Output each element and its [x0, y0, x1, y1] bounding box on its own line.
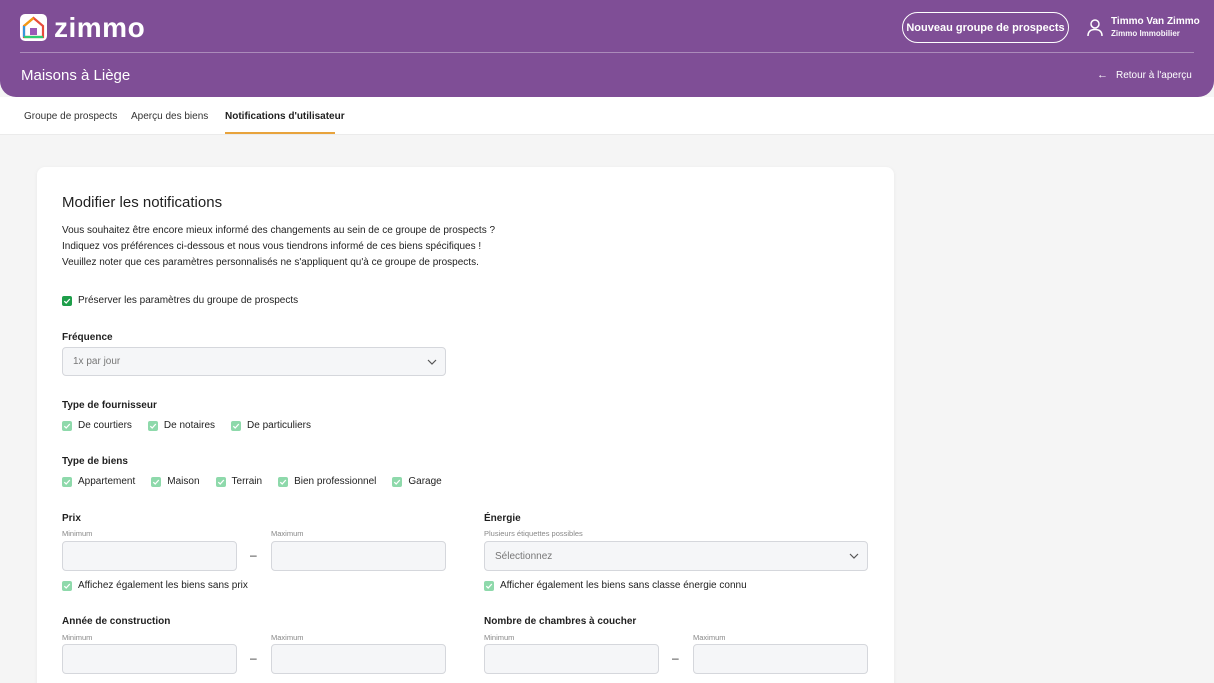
user-company: Zimmo Immobilier	[1111, 29, 1180, 38]
construction-max-input[interactable]	[271, 644, 446, 674]
zimmo-logo[interactable]: zimmo	[20, 12, 146, 43]
checkbox-checked-icon	[392, 477, 403, 487]
checkbox-label: Afficher également les biens sans classe…	[500, 580, 747, 591]
property-option-commercial[interactable]: Bien professionnel	[278, 476, 376, 488]
checkbox-checked-icon	[62, 477, 72, 487]
preserve-settings-label: Préserver les paramètres du groupe de pr…	[78, 295, 299, 306]
checkbox-checked-icon	[151, 477, 162, 487]
checkbox-checked-icon	[147, 421, 158, 431]
price-max-input[interactable]	[271, 541, 446, 571]
bedrooms-max-input[interactable]	[693, 644, 868, 674]
form-intro: Vous souhaitez être encore mieux informé…	[62, 223, 495, 271]
option-label: Terrain	[231, 476, 263, 487]
property-type-options: Appartement Maison Terrain Bien professi…	[62, 476, 458, 488]
option-label: De courtiers	[78, 420, 132, 431]
option-label: Appartement	[78, 476, 136, 487]
supplier-option-brokers[interactable]: De courtiers	[62, 420, 132, 432]
checkbox-checked-icon	[278, 477, 289, 487]
user-icon	[1087, 19, 1103, 37]
property-option-land[interactable]: Terrain	[215, 476, 263, 488]
checkbox-checked-icon	[484, 581, 494, 591]
option-label: De notaires	[163, 420, 216, 431]
show-without-energy-checkbox[interactable]: Afficher également les biens sans classe…	[484, 580, 747, 592]
show-without-price-checkbox[interactable]: Affichez également les biens sans prix	[62, 580, 248, 592]
checkbox-checked-icon	[231, 421, 242, 431]
chevron-down-icon	[427, 359, 437, 365]
supplier-option-individuals[interactable]: De particuliers	[231, 420, 311, 432]
checkbox-checked-icon	[62, 581, 72, 591]
construction-year-label: Année de construction	[62, 616, 171, 627]
option-label: Bien professionnel	[294, 476, 377, 487]
arrow-left-icon: ←	[1097, 69, 1108, 81]
tab-property-overview[interactable]: Aperçu des biens	[131, 111, 208, 123]
preserve-settings-checkbox[interactable]: Préserver les paramètres du groupe de pr…	[62, 295, 298, 307]
range-separator: –	[250, 651, 257, 665]
construction-max-label: Maximum	[271, 633, 304, 642]
energy-select[interactable]: Sélectionnez	[484, 541, 868, 571]
supplier-type-options: De courtiers De notaires De particuliers	[62, 420, 327, 432]
energy-hint: Plusieurs étiquettes possibles	[484, 529, 583, 538]
intro-line: Indiquez vos préférences ci-dessous et n…	[62, 241, 482, 252]
energy-placeholder: Sélectionnez	[495, 550, 553, 562]
range-separator: –	[250, 548, 257, 562]
logo-house-icon	[20, 14, 47, 41]
intro-line: Vous souhaitez être encore mieux informé…	[62, 225, 496, 236]
option-label: Garage	[408, 476, 442, 487]
frequency-label: Fréquence	[62, 332, 113, 343]
price-max-label: Maximum	[271, 529, 304, 538]
new-prospect-group-button[interactable]: Nouveau groupe de prospects	[902, 12, 1069, 43]
energy-label: Énergie	[484, 513, 521, 524]
tab-prospect-group[interactable]: Groupe de prospects	[24, 111, 117, 123]
chevron-down-icon	[849, 553, 859, 559]
bedrooms-min-input[interactable]	[484, 644, 659, 674]
supplier-option-notaries[interactable]: De notaires	[147, 420, 216, 432]
price-min-label: Minimum	[62, 529, 93, 538]
range-separator: –	[672, 651, 679, 665]
bedrooms-max-label: Maximum	[693, 633, 726, 642]
property-option-apartment[interactable]: Appartement	[62, 476, 135, 488]
option-label: De particuliers	[247, 420, 311, 431]
page-title: Maisons à Liège	[21, 67, 131, 84]
supplier-type-label: Type de fournisseur	[62, 400, 157, 411]
user-name: Timmo Van Zimmo	[1111, 16, 1200, 27]
frequency-value: 1x par jour	[73, 356, 121, 367]
app-header: zimmo Nouveau groupe de prospects Timmo …	[0, 0, 1214, 97]
checkbox-checked-icon	[215, 477, 226, 487]
checkbox-checked-icon	[62, 421, 72, 431]
tab-user-notifications[interactable]: Notifications d'utilisateur	[225, 111, 345, 123]
form-title: Modifier les notifications	[62, 194, 223, 211]
price-min-input[interactable]	[62, 541, 237, 571]
property-option-house[interactable]: Maison	[151, 476, 200, 488]
brand-name: zimmo	[54, 12, 146, 43]
checkbox-checked-icon	[62, 296, 72, 306]
intro-line: Veuillez noter que ces paramètres person…	[62, 257, 479, 268]
property-option-garage[interactable]: Garage	[392, 476, 442, 488]
bedrooms-label: Nombre de chambres à coucher	[484, 616, 637, 627]
active-tab-indicator	[225, 132, 335, 134]
bedrooms-min-label: Minimum	[484, 633, 515, 642]
header-divider	[20, 52, 1194, 53]
notifications-form-card: Modifier les notifications Vous souhaite…	[37, 167, 894, 683]
construction-min-input[interactable]	[62, 644, 237, 674]
price-label: Prix	[62, 513, 81, 524]
frequency-select[interactable]: 1x par jour	[62, 347, 446, 376]
user-menu[interactable]: Timmo Van Zimmo Zimmo Immobilier	[1087, 16, 1200, 40]
tab-bar: Groupe de prospects Aperçu des biens Not…	[0, 97, 1214, 135]
back-link-label: Retour à l'aperçu	[1116, 69, 1192, 81]
construction-min-label: Minimum	[62, 633, 93, 642]
property-type-label: Type de biens	[62, 456, 128, 467]
back-to-overview-link[interactable]: ← Retour à l'aperçu	[1097, 69, 1192, 81]
option-label: Maison	[167, 476, 200, 487]
checkbox-label: Affichez également les biens sans prix	[78, 580, 248, 591]
